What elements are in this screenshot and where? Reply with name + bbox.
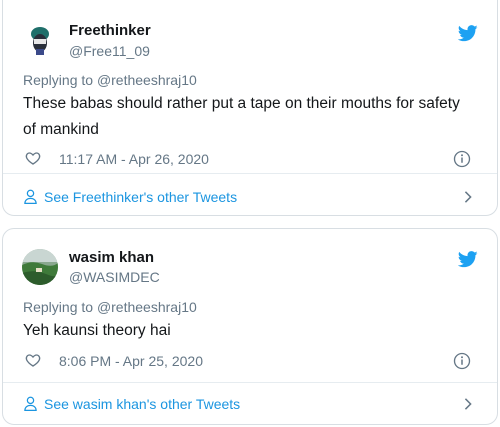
tweet-card: Freethinker @Free11_09 Replying to @reth… [2,0,498,216]
twitter-bird-icon[interactable] [458,251,478,268]
chevron-right-icon [464,191,472,203]
see-other-tweets-link[interactable]: See wasim khan's other Tweets [23,395,477,415]
chevron-right-icon [464,398,472,410]
divider [3,173,497,174]
tweet-card: wasim khan @WASIMDEC Replying to @rethee… [2,228,498,425]
tweet-text: Yeh kaunsi theory hai [23,322,171,339]
tweet-meta: 11:17 AM - Apr 26, 2020 [23,150,477,170]
replying-to: Replying to @retheeshraj10 [23,299,197,315]
see-other-tweets-label: See wasim khan's other Tweets [44,396,241,412]
tweet-meta: 8:06 PM - Apr 25, 2020 [23,352,477,372]
author-name[interactable]: Freethinker [69,22,151,39]
info-icon[interactable] [453,352,471,370]
reply-mention-link[interactable]: @retheeshraj10 [97,72,197,88]
replying-to-label: Replying to [23,72,97,88]
divider [3,382,497,383]
info-icon[interactable] [453,150,471,168]
replying-to: Replying to @retheeshraj10 [23,72,197,88]
reply-mention-link[interactable]: @retheeshraj10 [97,299,197,315]
avatar[interactable] [22,249,58,285]
heart-icon[interactable] [25,150,41,166]
tweet-text: These babas should rather put a tape on … [23,95,460,138]
see-other-tweets-label: See Freethinker's other Tweets [44,189,238,205]
replying-to-label: Replying to [23,299,97,315]
tweet-timestamp[interactable]: 11:17 AM - Apr 26, 2020 [59,151,209,167]
heart-icon[interactable] [25,352,41,368]
avatar[interactable] [22,22,58,58]
see-other-tweets-link[interactable]: See Freethinker's other Tweets [23,188,477,208]
twitter-bird-icon[interactable] [458,25,478,42]
author-handle[interactable]: @Free11_09 [69,43,150,59]
user-icon [24,189,37,204]
author-handle[interactable]: @WASIMDEC [69,269,160,285]
author-name[interactable]: wasim khan [69,249,154,266]
user-icon [24,396,37,411]
tweet-timestamp[interactable]: 8:06 PM - Apr 25, 2020 [59,353,203,369]
